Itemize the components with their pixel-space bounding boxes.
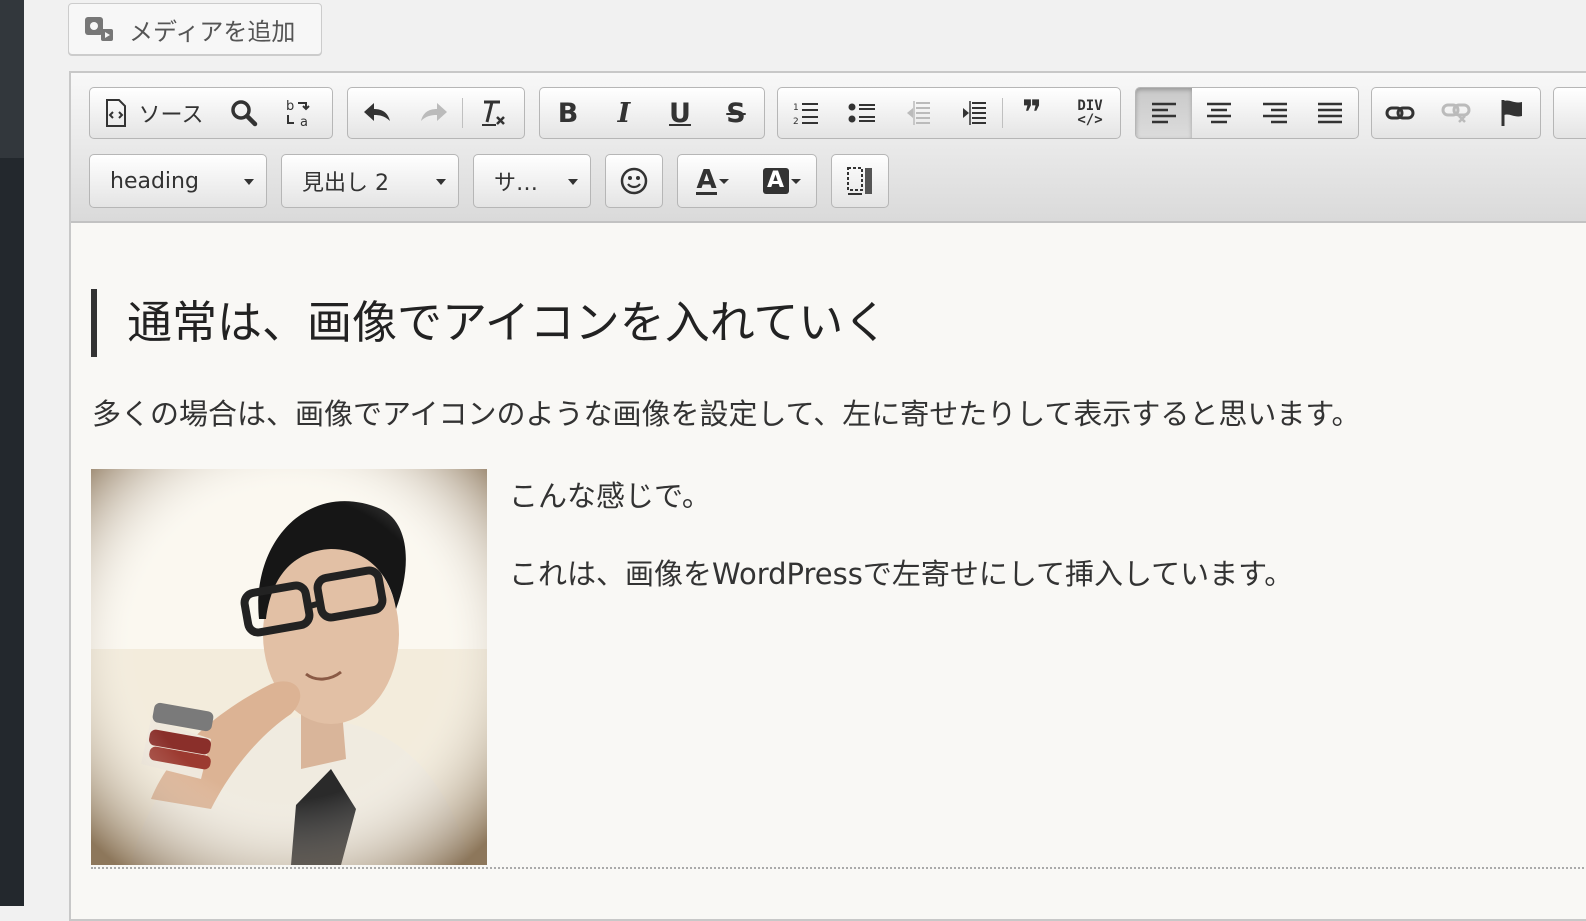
- chevron-down-icon: [790, 178, 801, 184]
- smiley-icon: [620, 167, 648, 195]
- bullet-list-button[interactable]: [834, 88, 890, 138]
- unlink-icon: [1441, 103, 1471, 123]
- bold-button[interactable]: B: [540, 88, 596, 138]
- background-color-icon: A: [762, 168, 789, 194]
- font-size-select[interactable]: サ…: [473, 154, 591, 208]
- content-heading: 通常は、画像でアイコンを入れていく: [91, 289, 888, 357]
- strikethrough-button[interactable]: S: [708, 88, 764, 138]
- replace-button[interactable]: ba: [272, 88, 328, 138]
- toolbar-group-colors: A A: [677, 154, 817, 208]
- align-right-icon: [1262, 102, 1287, 124]
- underline-button[interactable]: U: [652, 88, 708, 138]
- numbered-list-icon: 12: [793, 103, 818, 127]
- blockquote-icon: ❞: [1022, 93, 1042, 133]
- align-right-button[interactable]: [1247, 88, 1303, 138]
- content-paragraph-note: これは、画像をWordPressで左寄せにして挿入しています。: [509, 557, 1294, 591]
- toolbar-group-links: [1371, 87, 1541, 139]
- content-paragraph-caption: こんな感じで。: [509, 479, 711, 513]
- add-media-button[interactable]: メディアを追加: [68, 3, 322, 55]
- source-button[interactable]: ソース: [90, 88, 216, 138]
- editor-content[interactable]: 通常は、画像でアイコンを入れていく 多くの場合は、画像でアイコンのような画像を設…: [71, 223, 1586, 919]
- admin-sidebar-top: [0, 0, 24, 158]
- italic-icon: I: [617, 97, 631, 129]
- link-button[interactable]: [1372, 88, 1428, 138]
- toolbar-group-more: [1553, 87, 1586, 139]
- indent-icon: [963, 101, 986, 125]
- underline-icon: U: [669, 97, 691, 129]
- bold-icon: B: [557, 97, 579, 129]
- toolbar-group-align: [1135, 87, 1359, 139]
- page-break-divider: [91, 867, 1586, 869]
- source-label: ソース: [138, 103, 204, 128]
- chevron-down-icon: [244, 179, 254, 185]
- add-media-label: メディアを追加: [129, 17, 296, 46]
- visual-editor: ソース ba B I U S 1 2 ❞ DIV </> heading 見出し…: [69, 71, 1586, 921]
- portrait-photo[interactable]: [91, 469, 487, 865]
- align-justify-button[interactable]: [1303, 88, 1359, 138]
- undo-icon: [364, 103, 390, 121]
- style-select[interactable]: heading: [89, 154, 267, 208]
- align-justify-icon: [1318, 102, 1343, 124]
- format-select-value: 見出し 2: [302, 171, 389, 196]
- unlink-button[interactable]: [1428, 88, 1484, 138]
- source-icon: [105, 99, 126, 127]
- svg-text:1: 1: [793, 103, 799, 113]
- toolbar-group-emoji: [605, 154, 663, 208]
- outdent-icon: [907, 101, 930, 125]
- numbered-list-button[interactable]: 12: [778, 88, 834, 138]
- blockquote-button[interactable]: ❞: [1003, 88, 1061, 138]
- redo-button[interactable]: [406, 88, 462, 138]
- outdent-button[interactable]: [890, 88, 946, 138]
- italic-button[interactable]: I: [596, 88, 652, 138]
- bullet-list-icon: [848, 103, 875, 123]
- anchor-flag-icon: [1501, 100, 1522, 126]
- toolbar-group-template: [831, 154, 889, 208]
- chevron-down-icon: [568, 179, 578, 185]
- undo-button[interactable]: [348, 88, 406, 138]
- background-color-button[interactable]: A: [747, 155, 816, 207]
- link-icon: [1385, 106, 1415, 120]
- toolbar-group-paragraph: 12 ❞ DIV </>: [777, 87, 1121, 139]
- text-color-button[interactable]: A: [678, 155, 747, 207]
- font-size-select-value: サ…: [494, 171, 539, 196]
- find-button[interactable]: [216, 88, 272, 138]
- chevron-down-icon: [718, 178, 729, 184]
- show-blocks-icon: [847, 167, 872, 195]
- redo-icon: [421, 103, 447, 121]
- svg-text:2: 2: [793, 117, 799, 127]
- create-div-button[interactable]: DIV </>: [1061, 88, 1119, 138]
- content-paragraph-intro: 多くの場合は、画像でアイコンのような画像を設定して、左に寄せたりして表示すると思…: [92, 397, 1361, 431]
- align-left-button[interactable]: [1136, 88, 1192, 138]
- portrait-photo-illustration: [91, 469, 487, 865]
- toolbar-group-basic-styles: B I U S: [539, 87, 765, 139]
- format-select[interactable]: 見出し 2: [281, 154, 459, 208]
- clear-format-icon: [482, 100, 505, 126]
- search-icon: [231, 100, 258, 127]
- align-center-button[interactable]: [1192, 88, 1248, 138]
- div-icon: DIV: [1077, 98, 1103, 114]
- editor-toolbar: ソース ba B I U S 1 2 ❞ DIV </> heading 見出し…: [71, 73, 1586, 223]
- indent-button[interactable]: [946, 88, 1002, 138]
- strikethrough-icon: S: [726, 97, 746, 129]
- media-add-icon: [85, 17, 113, 41]
- chevron-down-icon: [436, 179, 446, 185]
- toolbar-group-history: [347, 87, 525, 139]
- toolbar-group-document: ソース ba: [89, 87, 333, 139]
- svg-text:b: b: [286, 99, 294, 114]
- text-color-icon: A: [696, 164, 717, 195]
- emoji-button[interactable]: [606, 155, 662, 207]
- svg-text:a: a: [300, 115, 308, 129]
- replace-icon: ba: [286, 99, 310, 129]
- style-select-value: heading: [110, 168, 199, 194]
- admin-sidebar: [0, 0, 24, 906]
- align-left-icon: [1151, 102, 1176, 124]
- div-code-icon: </>: [1077, 112, 1103, 128]
- align-center-icon: [1207, 102, 1232, 124]
- remove-format-button[interactable]: [463, 88, 523, 138]
- anchor-button[interactable]: [1484, 88, 1540, 138]
- show-blocks-button[interactable]: [832, 155, 888, 207]
